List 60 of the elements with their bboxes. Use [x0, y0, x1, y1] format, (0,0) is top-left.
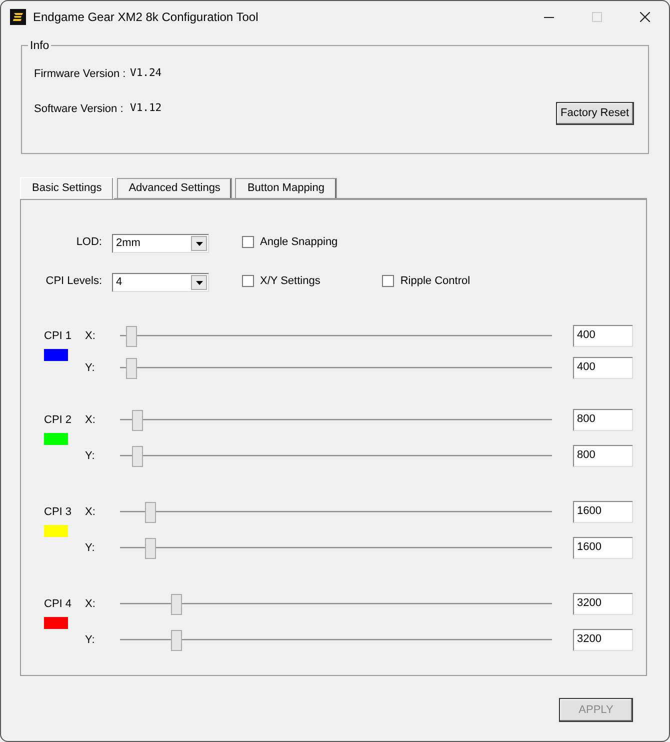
axis-label: X: — [85, 504, 96, 520]
cpi-value-field[interactable]: 3200 — [573, 629, 633, 651]
slider-track[interactable] — [120, 410, 552, 430]
slider-thumb[interactable] — [171, 630, 182, 651]
minimize-icon[interactable] — [544, 16, 554, 18]
tab[interactable]: Button Mapping — [235, 178, 336, 198]
caret-icon — [196, 242, 202, 246]
dropdown[interactable]: 2mm — [112, 234, 209, 253]
slider-thumb[interactable] — [132, 410, 144, 431]
cpi-value-field[interactable]: 800 — [573, 445, 633, 467]
cpi-value-field[interactable]: 3200 — [573, 593, 633, 615]
slider-thumb[interactable] — [145, 502, 156, 523]
slider-thumb[interactable] — [145, 538, 156, 559]
window-title: Endgame Gear XM2 8k Configuration Tool — [33, 9, 258, 26]
axis-label: Y: — [85, 448, 96, 464]
slider-track[interactable] — [120, 502, 552, 522]
slider-track[interactable] — [120, 326, 552, 346]
axis-label: Y: — [85, 360, 96, 376]
slider-thumb[interactable] — [171, 594, 182, 615]
slider-track[interactable] — [120, 446, 552, 466]
cpi-value-field[interactable]: 1600 — [573, 501, 633, 523]
cpi-label: CPI 1 — [44, 329, 73, 344]
info-value: V1.24 — [130, 66, 162, 81]
info-label: Software Version : — [34, 102, 124, 117]
checkbox[interactable] — [382, 275, 394, 288]
slider-track[interactable] — [120, 538, 552, 558]
slider-track[interactable] — [120, 594, 552, 614]
slider-thumb[interactable] — [126, 358, 137, 379]
slider-track[interactable] — [120, 630, 552, 650]
caret-icon — [196, 280, 202, 284]
axis-label: X: — [85, 596, 96, 612]
checkbox[interactable] — [242, 275, 254, 288]
slider-track[interactable] — [120, 358, 552, 378]
axis-label: Y: — [85, 540, 96, 556]
axis-label: X: — [85, 328, 96, 344]
cpi-label: CPI 4 — [44, 597, 73, 612]
cpi-value-field[interactable]: 800 — [573, 409, 633, 431]
setting-label: LOD: — [75, 235, 103, 250]
cpi-value-field[interactable]: 400 — [573, 357, 633, 379]
cpi-label: CPI 2 — [44, 413, 73, 428]
close-icon[interactable] — [640, 12, 650, 22]
tab[interactable]: Advanced Settings — [116, 178, 232, 198]
cpi-value-field[interactable]: 400 — [573, 325, 633, 347]
app-logo-icon — [10, 9, 26, 25]
setting-label: CPI Levels: — [44, 274, 103, 289]
checkbox-label: Ripple Control — [400, 274, 470, 289]
checkbox[interactable] — [242, 236, 254, 248]
info-label: Firmware Version : — [34, 67, 127, 82]
checkbox-label: X/Y Settings — [260, 274, 320, 289]
tab[interactable]: Basic Settings — [20, 177, 114, 199]
cpi-value-field[interactable]: 1600 — [573, 537, 633, 559]
dropdown[interactable]: 4 — [112, 273, 209, 292]
axis-label: X: — [85, 412, 96, 428]
cpi-label: CPI 3 — [44, 505, 73, 520]
slider-thumb[interactable] — [126, 326, 137, 347]
factory-reset-button[interactable]: Factory Reset — [556, 102, 634, 125]
checkbox-label: Angle Snapping — [260, 235, 338, 250]
info-value: V1.12 — [130, 101, 162, 116]
slider-thumb[interactable] — [132, 446, 144, 467]
axis-label: Y: — [85, 632, 96, 648]
